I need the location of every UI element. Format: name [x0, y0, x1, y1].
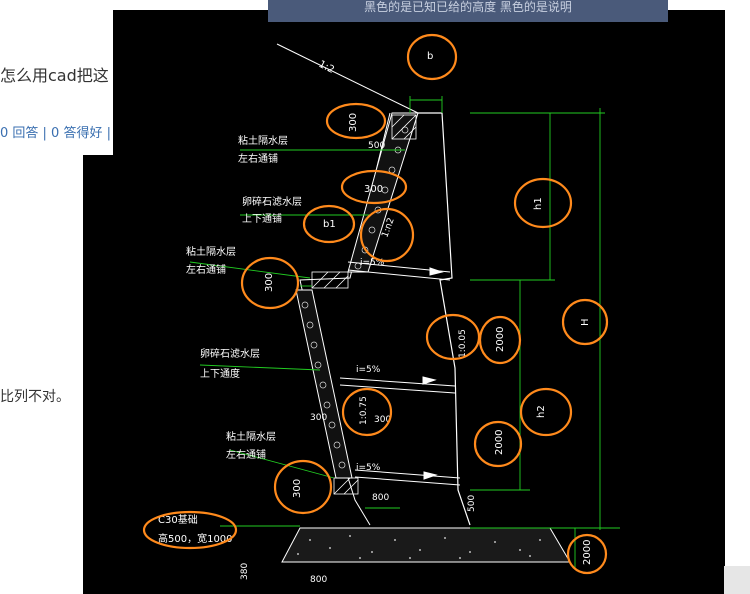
annot-2000-bottom: 2000 — [582, 540, 593, 565]
slope-middle: 1:0.05 — [458, 329, 468, 358]
dim-300-left: 300 — [310, 413, 327, 423]
slope-line — [276, 43, 419, 114]
slope-top-label: 1:2 — [317, 59, 336, 76]
annot-H: H — [580, 318, 591, 326]
annot-h2: h2 — [536, 405, 547, 418]
label-gravel-1a: 卵碎石滤水层 — [242, 195, 302, 208]
wall-back-face — [418, 112, 471, 526]
annot-300-second: 300 — [364, 184, 383, 195]
annot-300-top: 300 — [348, 113, 359, 132]
label-clay-1a: 粘土隔水层 — [238, 134, 288, 147]
annot-2000-upper: 2000 — [495, 327, 506, 352]
gradient-lower: i=5% — [356, 463, 381, 473]
label-gravel-1b: 上下通铺 — [242, 212, 282, 225]
annot-300-bottom: 300 — [292, 479, 303, 498]
annot-300-third: 300 — [264, 273, 275, 292]
dim-500-base: 500 — [467, 495, 477, 512]
annot-b: b — [427, 51, 433, 62]
label-clay-3a: 粘土隔水层 — [226, 430, 276, 443]
label-clay-2a: 粘土隔水层 — [186, 245, 236, 258]
dim-380: 380 — [240, 563, 250, 580]
gradient-middle: i=5% — [356, 365, 381, 375]
label-gravel-2b: 上下通度 — [200, 367, 240, 380]
circle-300-bottom — [273, 459, 333, 515]
circle-slope-middle — [425, 313, 481, 361]
label-clay-1b: 左右通铺 — [238, 152, 278, 165]
annot-b1: b1 — [323, 219, 336, 230]
dim-500: 500 — [368, 141, 385, 151]
dim-800-bottom: 800 — [310, 575, 327, 585]
gravel-filter-lower — [295, 289, 353, 479]
dimension-lines — [189, 96, 620, 570]
retaining-wall-section: 1:2 i=5% i=5% i=5% 500 300 300 800 800 5… — [142, 33, 620, 585]
dim-800: 800 — [372, 493, 389, 503]
label-gravel-2a: 卵碎石滤水层 — [200, 347, 260, 360]
label-clay-3b: 左右通铺 — [226, 448, 266, 461]
annot-2000-middle: 2000 — [494, 430, 505, 455]
annot-h1: h1 — [533, 197, 544, 210]
label-clay-2b: 左右通铺 — [186, 263, 226, 276]
slope-lower: 1:0.75 — [359, 396, 369, 425]
c30-foundation — [281, 527, 571, 563]
